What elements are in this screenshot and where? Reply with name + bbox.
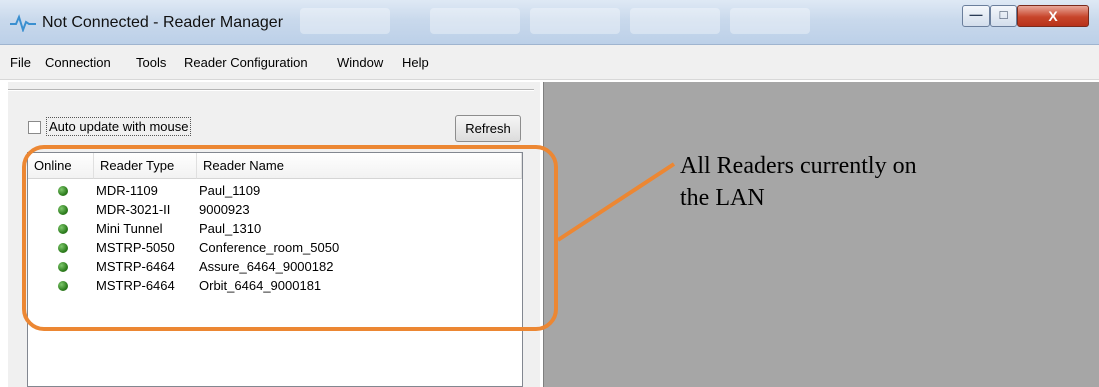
app-pulse-icon bbox=[10, 14, 36, 32]
maximize-icon: □ bbox=[999, 7, 1008, 22]
menu-file[interactable]: File bbox=[10, 55, 31, 70]
annotation-text-line1: All Readers currently on bbox=[680, 153, 917, 179]
menu-bar: File Connection Tools Reader Configurati… bbox=[0, 45, 1099, 80]
menu-connection[interactable]: Connection bbox=[45, 55, 111, 70]
background-blur bbox=[630, 8, 720, 34]
background-blur bbox=[300, 8, 390, 34]
menu-help[interactable]: Help bbox=[402, 55, 429, 70]
menu-window[interactable]: Window bbox=[337, 55, 383, 70]
minimize-button[interactable]: — bbox=[962, 5, 990, 27]
close-button[interactable]: X bbox=[1017, 5, 1089, 27]
refresh-button[interactable]: Refresh bbox=[455, 115, 521, 142]
background-blur bbox=[530, 8, 620, 34]
close-icon: X bbox=[1048, 8, 1058, 24]
menu-reader-configuration[interactable]: Reader Configuration bbox=[184, 55, 308, 70]
annotation-highlight-box bbox=[22, 145, 558, 331]
auto-update-label[interactable]: Auto update with mouse bbox=[46, 117, 192, 136]
auto-update-checkbox[interactable] bbox=[28, 121, 41, 134]
annotation-text: All Readers currently on the LAN bbox=[680, 150, 1080, 214]
window-title: Not Connected - Reader Manager bbox=[42, 14, 284, 31]
annotation-text-line2: the LAN bbox=[680, 185, 765, 211]
annotation-connector-line bbox=[556, 162, 676, 242]
splitter[interactable] bbox=[8, 89, 534, 91]
background-blur bbox=[430, 8, 520, 34]
menu-tools[interactable]: Tools bbox=[136, 55, 166, 70]
background-blur bbox=[730, 8, 810, 34]
title-bar: Not Connected - Reader Manager — □ X bbox=[0, 0, 1099, 45]
maximize-button[interactable]: □ bbox=[990, 5, 1017, 27]
minimize-icon: — bbox=[969, 7, 983, 22]
